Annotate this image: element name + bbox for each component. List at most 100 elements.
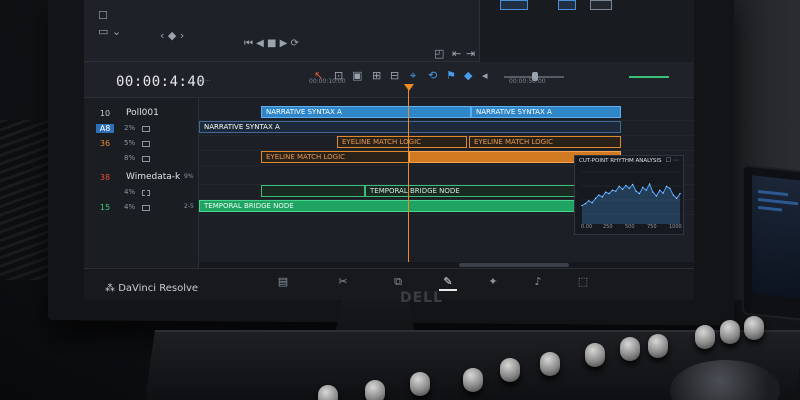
chart-point	[662, 192, 664, 194]
track-percent: 8%	[124, 154, 136, 162]
timeline-ruler[interactable]: | ···· 00:00:10:00 00:00:50:00	[199, 74, 694, 98]
chart-point	[621, 188, 624, 190]
mark-in-icon[interactable]: ⇤	[452, 48, 461, 60]
chart-point	[605, 191, 607, 193]
resolve-screen: ☐ ▭ ⌄ ‹ ◆ › ⏮ ◀ ■ ▶ ⟳ ◰ ⇤ ⇥ 00:00:4:40 ↖…	[84, 0, 694, 300]
track-toggle-icon[interactable]	[142, 141, 150, 147]
chart-point	[679, 193, 681, 195]
chart-x-tick: 750	[647, 224, 657, 230]
chart-point	[655, 195, 657, 197]
fairlight-page-icon[interactable]: ♪	[529, 275, 547, 291]
track-number: 36	[99, 139, 111, 148]
chart-x-tick: 1000	[669, 224, 682, 230]
clip[interactable]: EYELINE MATCH LOGIC	[261, 151, 409, 163]
chart-point	[581, 205, 583, 207]
chart-point	[588, 200, 590, 202]
chart-point	[598, 194, 600, 196]
chart-x-tick: 250	[603, 224, 613, 230]
playhead-handle[interactable]	[404, 84, 414, 91]
transport-controls[interactable]: ⏮ ◀ ■ ▶ ⟳	[244, 38, 299, 50]
chart-point	[676, 197, 678, 199]
deliver-page-icon[interactable]: ⬚	[574, 275, 592, 291]
track-toggle-icon[interactable]	[142, 156, 150, 162]
track-lane: NARRATIVE SYNTAX A NARRATIVE SYNTAX A	[199, 106, 694, 121]
console-knob	[720, 320, 740, 344]
track-header[interactable]: 15 4% 2-5	[84, 200, 199, 215]
scrollbar-thumb[interactable]	[459, 263, 569, 267]
chart-point	[628, 187, 630, 189]
panel-menu-icon[interactable]: ☐ ⋯	[666, 157, 679, 164]
track-header[interactable]: 36 5%	[84, 136, 199, 151]
clip[interactable]: EYELINE MATCH LOGIC	[337, 136, 467, 148]
track-toggle-icon[interactable]	[142, 190, 150, 196]
track-lane: EYELINE MATCH LOGIC EYELINE MATCH LOGIC	[199, 136, 694, 151]
track-header[interactable]: A8 2%	[84, 121, 199, 136]
secondary-monitor-screen	[752, 175, 800, 299]
monitor-icon[interactable]: ▭ ⌄	[98, 26, 121, 38]
console-knob	[744, 316, 764, 340]
clip[interactable]	[261, 185, 365, 197]
node-box[interactable]	[558, 0, 576, 10]
clip[interactable]: NARRATIVE SYNTAX A	[199, 121, 621, 133]
console-knob	[620, 337, 640, 361]
node-box[interactable]	[590, 0, 612, 10]
chart-point	[659, 189, 661, 191]
secondary-row	[758, 190, 788, 197]
chart-x-ticks: 0.00 250 500 750 1000	[581, 224, 682, 232]
checkbox-icon[interactable]: ☐	[98, 10, 108, 22]
node-box[interactable]	[500, 0, 528, 10]
console-knob	[540, 352, 560, 376]
clip[interactable]: EYELINE MATCH LOGIC	[469, 136, 621, 148]
track-percent: 2%	[124, 124, 136, 132]
chart-point	[625, 184, 627, 187]
clip[interactable]: NARRATIVE SYNTAX A	[471, 106, 621, 118]
console-knob	[318, 385, 338, 400]
chart-point	[608, 193, 610, 195]
fullscreen-icon[interactable]: ◰	[434, 48, 444, 60]
rhythm-chart	[581, 171, 681, 224]
mark-out-icon[interactable]: ⇥	[466, 48, 475, 60]
photo-scene: ☐ ▭ ⌄ ‹ ◆ › ⏮ ◀ ■ ▶ ⟳ ◰ ⇤ ⇥ 00:00:4:40 ↖…	[0, 0, 800, 400]
chart-x-tick: 500	[625, 224, 635, 230]
analysis-panel: CUT-POINT RHYTHM ANALYSIS ☐ ⋯ 0.00 250 500…	[574, 155, 684, 235]
track-toggle-icon[interactable]	[142, 126, 150, 132]
nudge-icon[interactable]: ‹ ◆ ›	[160, 30, 184, 42]
chart-x-tick: 0.00	[581, 224, 593, 230]
chart-point	[615, 190, 617, 192]
app-logo: ⁂ DaVinci Resolve	[105, 283, 198, 294]
edit-page-icon[interactable]: ⧉	[389, 275, 407, 291]
resolve-logo-icon: ⁂	[105, 283, 119, 294]
console-knob	[500, 358, 520, 382]
color-page-icon[interactable]: ✦	[484, 275, 502, 291]
track-number: 38	[99, 173, 111, 182]
track-percent: 5%	[124, 139, 136, 147]
secondary-monitor	[742, 164, 800, 322]
node-viewer	[479, 0, 694, 62]
cut-page-icon[interactable]: ✂	[334, 275, 352, 291]
console-knob	[648, 334, 668, 358]
fusion-page-icon[interactable]: ✎	[439, 275, 457, 291]
clip[interactable]: NARRATIVE SYNTAX A	[261, 106, 471, 118]
media-page-icon[interactable]: ▤	[274, 275, 292, 291]
chart-point	[645, 189, 647, 191]
chart-point	[669, 187, 671, 189]
ruler-label: | ····	[199, 78, 211, 85]
track-toggle-icon[interactable]	[142, 205, 150, 211]
chart-point	[672, 194, 674, 196]
track-header[interactable]: 38 Wimedata-k 9%	[84, 170, 199, 185]
track-name: Wimedata-k	[126, 172, 181, 182]
chart-point	[648, 183, 651, 185]
playhead[interactable]	[408, 84, 409, 268]
track-header[interactable]: 10 Poll001	[84, 106, 199, 121]
chart-point	[611, 189, 614, 191]
chart-point	[632, 183, 634, 186]
timecode-display: 00:00:4:40	[116, 74, 206, 90]
track-headers: 10 Poll001 A8 2% 36 5% 8% 38 Wimedata-k …	[84, 98, 199, 268]
track-header[interactable]: 4%	[84, 185, 199, 200]
track-percent: 4%	[124, 188, 136, 196]
clip[interactable]: TEMPORAL BRIDGE NODE	[365, 185, 585, 197]
track-header[interactable]: 8%	[84, 151, 199, 166]
track-number: A8	[96, 124, 114, 133]
track-side-mark: 9%	[184, 173, 194, 180]
clip[interactable]: TEMPORAL BRIDGE NODE	[199, 200, 584, 212]
